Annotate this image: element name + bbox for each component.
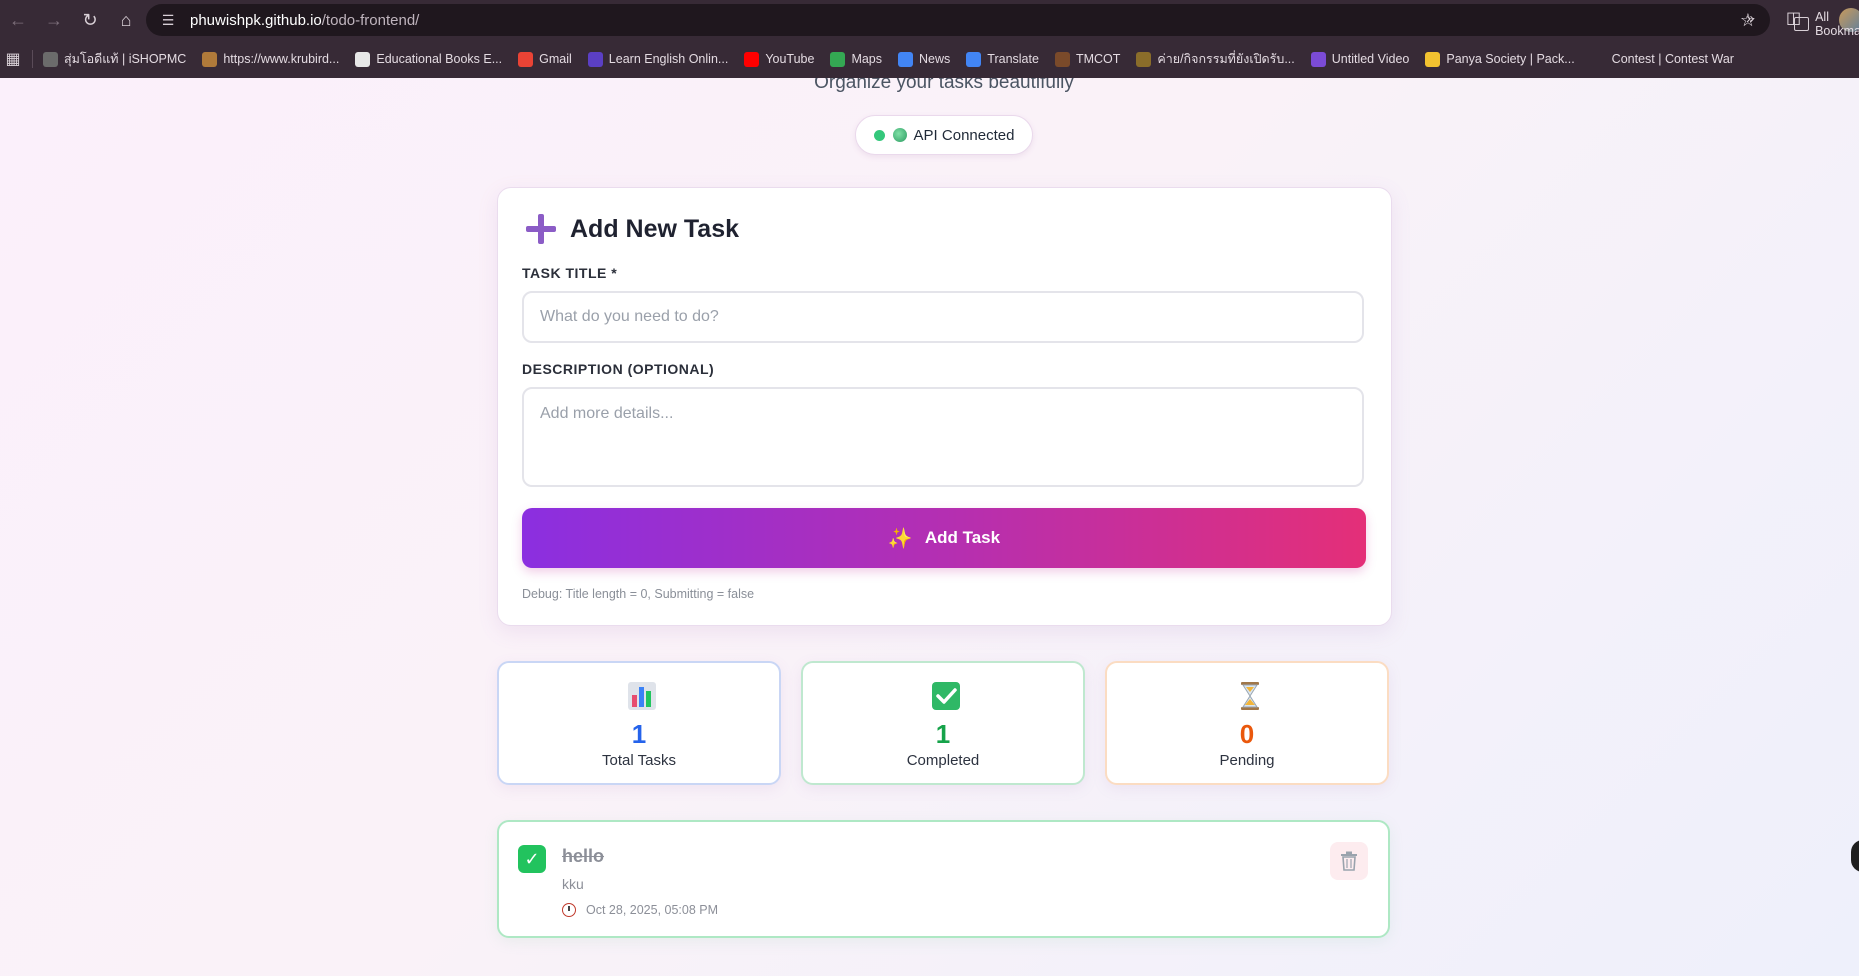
url-text[interactable]: phuwishpk.github.io/todo-frontend/ — [190, 12, 419, 29]
bookmark-favicon-icon — [518, 51, 534, 67]
bookmarks-divider — [32, 50, 33, 68]
completed-tasks-label: Completed — [906, 752, 980, 769]
delete-task-button[interactable] — [1330, 842, 1368, 880]
task-title: hello — [562, 846, 605, 866]
bookmark-item[interactable]: Contest | Contest War — [1590, 51, 1734, 67]
bookmark-item[interactable]: Panya Society | Pack... — [1425, 51, 1575, 67]
task-title-label: TASK TITLE * — [522, 265, 618, 281]
bookmark-favicon-icon — [966, 51, 982, 67]
trash-icon — [1341, 851, 1357, 871]
bookmark-favicon-icon — [1590, 51, 1606, 67]
status-dot-icon — [873, 129, 885, 141]
bookmarks-bar: ▦ สุ่มโอดีแท้ | iSHOPMC https://www.krubi… — [0, 40, 1859, 78]
clock-icon — [562, 903, 576, 917]
bookmark-item[interactable]: Educational Books E... — [355, 51, 502, 67]
bookmark-item[interactable]: News — [898, 51, 950, 67]
bookmark-favicon-icon — [1136, 51, 1152, 67]
bookmark-item[interactable]: Maps — [830, 51, 882, 67]
task-title-input[interactable] — [522, 291, 1364, 343]
completed-tasks-value: 1 — [935, 719, 951, 749]
app-page: Organize your tasks beautifully API Conn… — [0, 78, 1859, 976]
bookmark-favicon-icon — [43, 51, 58, 67]
address-bar[interactable]: ☰ phuwishpk.github.io/todo-frontend/ ☆ — [146, 4, 1770, 36]
task-description: kku — [562, 876, 584, 892]
reload-button[interactable]: ↻ — [72, 0, 108, 40]
sparkle-icon: ✨ — [887, 527, 913, 550]
task-date: Oct 28, 2025, 05:08 PM — [562, 903, 718, 917]
bookmark-favicon-icon — [744, 51, 760, 67]
browser-toolbar: ← → ↻ ⌂ ☰ phuwishpk.github.io/todo-front… — [0, 0, 1859, 40]
bookmark-item[interactable]: TMCOT — [1054, 51, 1120, 67]
stat-total-card: 1 Total Tasks — [497, 661, 781, 785]
debug-text: Debug: Title length = 0, Submitting = fa… — [522, 587, 755, 601]
total-tasks-label: Total Tasks — [602, 752, 676, 769]
globe-icon — [892, 128, 907, 142]
bookmark-favicon-icon — [830, 51, 846, 67]
add-task-card: Add New Task TASK TITLE * DESCRIPTION (O… — [497, 187, 1392, 626]
bookmark-item[interactable]: Untitled Video — [1310, 51, 1409, 67]
task-item: ✓ hello kku Oct 28, 2025, 05:08 PM — [497, 820, 1390, 938]
bookmark-list: สุ่มโอดีแท้ | iSHOPMC https://www.krubird… — [43, 49, 1750, 69]
card-title: Add New Task — [570, 214, 740, 243]
bookmark-favicon-icon — [1425, 51, 1441, 67]
back-button[interactable]: ← — [0, 0, 36, 40]
forward-button[interactable]: → — [36, 0, 72, 40]
app-subtitle: Organize your tasks beautifully — [814, 78, 1074, 93]
more-bookmarks-icon[interactable]: » — [1746, 10, 1754, 27]
check-box-icon — [932, 682, 960, 710]
bar-chart-icon — [628, 682, 656, 710]
floating-side-button[interactable] — [1851, 840, 1859, 872]
home-button[interactable]: ⌂ — [108, 0, 144, 40]
card-header: Add New Task — [526, 214, 739, 244]
bookmark-item[interactable]: ค่าย/กิจกรรมที่ยังเปิดรับ... — [1136, 49, 1295, 69]
stat-pending-card: 0 Pending — [1105, 661, 1389, 785]
folder-icon — [1794, 17, 1810, 31]
bookmark-item[interactable]: Learn English Onlin... — [587, 51, 728, 67]
pending-tasks-value: 0 — [1239, 719, 1255, 749]
task-complete-checkbox[interactable]: ✓ — [518, 845, 546, 873]
bookmark-favicon-icon — [1310, 51, 1326, 67]
bookmark-item[interactable]: Gmail — [518, 51, 572, 67]
bookmark-item[interactable]: สุ่มโอดีแท้ | iSHOPMC — [43, 49, 186, 69]
bookmark-favicon-icon — [587, 51, 603, 67]
bookmark-item[interactable]: https://www.krubird... — [202, 51, 339, 67]
description-label: DESCRIPTION (OPTIONAL) — [522, 361, 715, 377]
bookmark-favicon-icon — [202, 51, 218, 67]
bookmark-favicon-icon — [898, 51, 914, 67]
stat-completed-card: 1 Completed — [801, 661, 1085, 785]
hourglass-icon — [1241, 682, 1259, 710]
apps-grid-icon[interactable]: ▦ — [2, 49, 24, 69]
pending-tasks-label: Pending — [1219, 752, 1275, 769]
bookmark-item[interactable]: YouTube — [744, 51, 814, 67]
api-status-badge: API Connected — [855, 115, 1033, 155]
site-info-icon[interactable]: ☰ — [154, 12, 182, 29]
plus-icon — [526, 214, 556, 244]
all-bookmarks-button[interactable]: All Bookmarks — [1794, 10, 1859, 38]
description-textarea[interactable] — [522, 387, 1364, 487]
total-tasks-value: 1 — [631, 719, 647, 749]
bookmark-item[interactable]: Translate — [966, 51, 1039, 67]
bookmark-favicon-icon — [1054, 51, 1070, 67]
bookmark-favicon-icon — [355, 51, 371, 67]
add-task-button[interactable]: ✨ Add Task — [522, 508, 1366, 568]
